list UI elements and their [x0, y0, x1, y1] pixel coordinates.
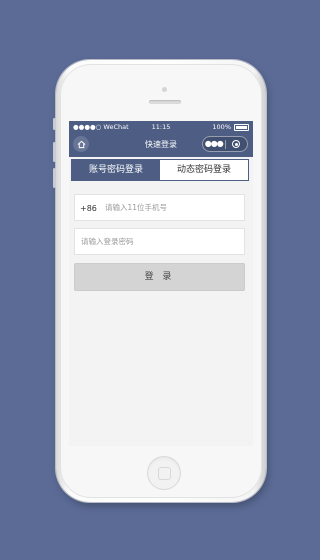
home-button-square-icon	[158, 467, 171, 480]
earpiece-speaker	[149, 100, 181, 104]
mini-program-capsule: ●●●	[202, 136, 248, 152]
app-screen: ●●●●○ WeChat 11:15 100% 快速登录 ●●● 账号密码登录 …	[69, 121, 253, 446]
country-code: +86	[80, 204, 97, 213]
password-input[interactable]	[81, 229, 240, 254]
more-dots-icon[interactable]: ●●●	[203, 140, 225, 148]
front-camera	[162, 87, 167, 92]
battery-percent: 100%	[212, 123, 231, 131]
battery-icon	[234, 123, 249, 131]
password-field	[74, 228, 245, 255]
volume-down-button	[53, 168, 56, 188]
login-mode-tabs: 账号密码登录 动态密码登录	[71, 159, 249, 181]
navigation-bar: 快速登录 ●●●	[69, 133, 253, 157]
battery-status: 100%	[212, 123, 249, 131]
mute-switch	[53, 118, 56, 130]
stage: ●●●●○ WeChat 11:15 100% 快速登录 ●●● 账号密码登录 …	[0, 0, 320, 560]
volume-up-button	[53, 142, 56, 162]
login-button[interactable]: 登 录	[74, 263, 245, 291]
home-button[interactable]	[147, 456, 181, 490]
tab-dynamic-password[interactable]: 动态密码登录	[160, 160, 248, 180]
phone-field: +86	[74, 194, 245, 221]
tab-account-password[interactable]: 账号密码登录	[72, 160, 160, 180]
target-circle-icon[interactable]	[226, 140, 248, 148]
phone-input[interactable]	[105, 195, 240, 220]
status-bar: ●●●●○ WeChat 11:15 100%	[69, 121, 253, 133]
